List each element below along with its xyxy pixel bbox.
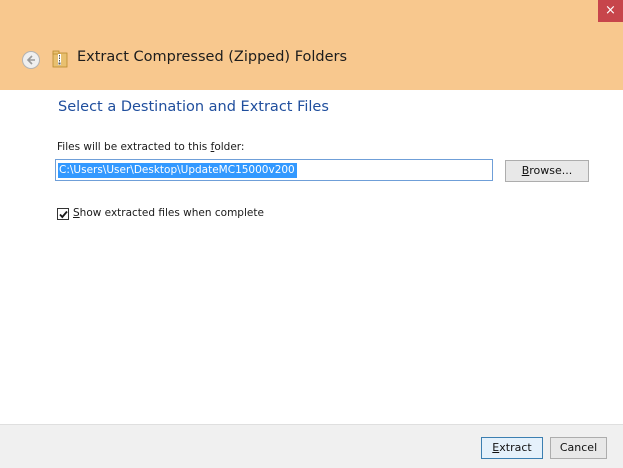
destination-path-input[interactable]: C:\Users\User\Desktop\UpdateMC15000v200 bbox=[55, 159, 493, 181]
zip-folder-icon bbox=[52, 50, 68, 68]
close-icon: × bbox=[605, 3, 616, 18]
extract-button[interactable]: Extract bbox=[481, 437, 543, 459]
cancel-button[interactable]: Cancel bbox=[550, 437, 607, 459]
back-arrow-icon bbox=[26, 55, 35, 65]
destination-folder-label: Files will be extracted to this folder: bbox=[57, 141, 245, 153]
close-button[interactable]: × bbox=[598, 0, 623, 22]
extract-dialog-window: × Extract Compressed (Zipped) Folders Se… bbox=[0, 0, 623, 468]
page-title: Select a Destination and Extract Files bbox=[58, 99, 329, 115]
destination-path-selected-text: C:\Users\User\Desktop\UpdateMC15000v200 bbox=[58, 163, 297, 178]
browse-button[interactable]: Browse... bbox=[505, 160, 589, 182]
wizard-title: Extract Compressed (Zipped) Folders bbox=[77, 49, 348, 65]
back-button[interactable] bbox=[22, 51, 40, 69]
show-extracted-files-label: Show extracted files when complete bbox=[73, 207, 264, 219]
show-extracted-files-checkbox[interactable] bbox=[57, 208, 69, 220]
title-bar bbox=[0, 0, 623, 30]
checkmark-icon bbox=[59, 210, 68, 219]
